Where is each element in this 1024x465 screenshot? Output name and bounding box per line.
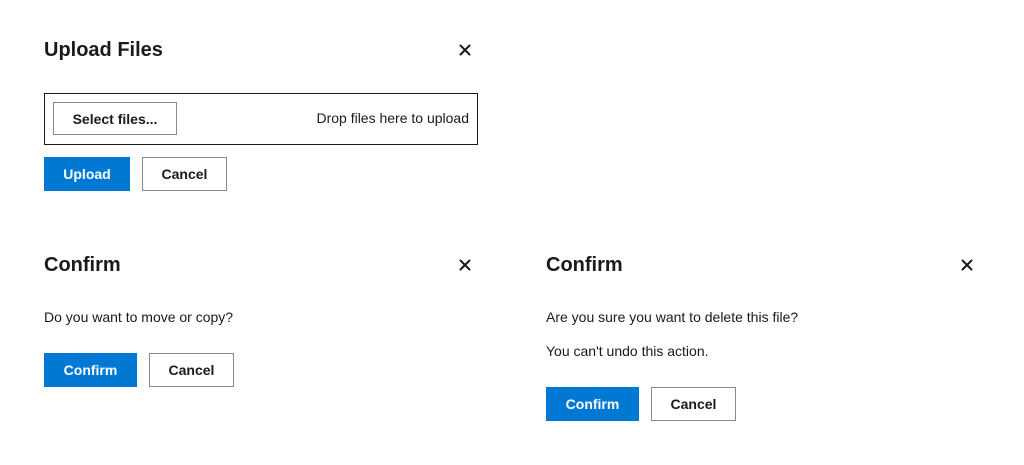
upload-files-dialog: Upload Files Select files... Drop files …	[44, 38, 480, 193]
move-confirm-button[interactable]: Confirm	[44, 353, 137, 387]
select-files-button[interactable]: Select files...	[53, 102, 177, 135]
delete-confirm-message: Are you sure you want to delete this fil…	[546, 309, 799, 325]
move-cancel-button[interactable]: Cancel	[149, 353, 234, 387]
close-icon	[459, 259, 471, 271]
delete-warning-text: You can't undo this action.	[546, 343, 709, 359]
move-confirm-title: Confirm	[44, 254, 121, 276]
upload-button[interactable]: Upload	[44, 157, 130, 191]
move-confirm-close-button[interactable]	[454, 254, 476, 276]
delete-confirm-button[interactable]: Confirm	[546, 387, 639, 421]
delete-confirm-title: Confirm	[546, 254, 623, 276]
upload-cancel-button[interactable]: Cancel	[142, 157, 227, 191]
close-icon	[961, 259, 973, 271]
delete-cancel-button[interactable]: Cancel	[651, 387, 736, 421]
move-confirm-message: Do you want to move or copy?	[44, 309, 234, 325]
delete-confirm-dialog: Confirm Are you sure you want to delete …	[546, 253, 982, 425]
upload-dialog-title: Upload Files	[44, 39, 163, 61]
upload-close-button[interactable]	[454, 39, 476, 61]
delete-confirm-close-button[interactable]	[956, 254, 978, 276]
drop-files-hint: Drop files here to upload	[316, 110, 469, 126]
file-dropzone[interactable]: Select files... Drop files here to uploa…	[44, 93, 478, 145]
close-icon	[459, 44, 471, 56]
move-copy-confirm-dialog: Confirm Do you want to move or copy? Con…	[44, 253, 480, 393]
